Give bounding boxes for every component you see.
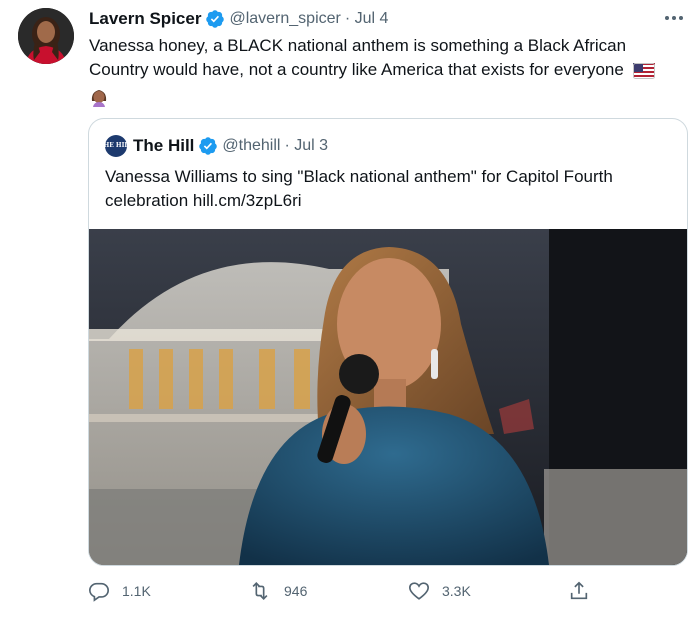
author-name[interactable]: Lavern Spicer <box>89 9 201 29</box>
quoted-author-handle: @thehill <box>222 137 281 154</box>
quoted-tweet-date: · Jul 3 <box>284 137 329 154</box>
more-options-icon[interactable] <box>662 8 686 28</box>
tweet-actions: 1.1K 946 3.3K <box>88 577 598 605</box>
share-button[interactable] <box>568 577 602 605</box>
reply-button[interactable]: 1.1K <box>88 577 151 605</box>
author-handle[interactable]: @lavern_spicer <box>229 10 340 28</box>
author-avatar[interactable] <box>18 8 74 64</box>
reply-icon <box>89 582 109 602</box>
quoted-tweet-photo[interactable] <box>89 229 687 565</box>
like-button[interactable]: 3.3K <box>408 577 471 605</box>
verified-badge-icon <box>205 9 225 29</box>
quoted-tweet-header: THE HILL The Hill @thehill · Jul 3 <box>99 135 329 157</box>
like-count: 3.3K <box>442 583 471 599</box>
woman-facepalming-emoji <box>89 87 109 114</box>
tweet[interactable]: Lavern Spicer @lavern_spicer · Jul 4 Van… <box>0 0 700 621</box>
quoted-tweet[interactable]: THE HILL The Hill @thehill · Jul 3 Vanes… <box>88 118 688 566</box>
quoted-author-avatar: THE HILL <box>99 135 133 157</box>
share-icon <box>570 581 588 600</box>
verified-badge-icon <box>198 136 218 156</box>
tweet-date[interactable]: · Jul 4 <box>345 10 389 28</box>
us-flag-emoji <box>632 62 655 86</box>
tweet-text: Vanessa honey, a BLACK national anthem i… <box>89 34 689 114</box>
retweet-count: 946 <box>284 583 308 599</box>
quoted-tweet-text: Vanessa Williams to sing "Black national… <box>105 167 613 210</box>
quoted-author-name: The Hill <box>133 136 195 155</box>
tweet-header: Lavern Spicer @lavern_spicer · Jul 4 <box>89 8 388 30</box>
heart-icon <box>409 582 429 600</box>
reply-count: 1.1K <box>122 583 151 599</box>
tweet-body: Vanessa honey, a BLACK national anthem i… <box>89 36 627 79</box>
retweet-button[interactable]: 946 <box>248 577 307 605</box>
retweet-icon <box>252 582 268 600</box>
